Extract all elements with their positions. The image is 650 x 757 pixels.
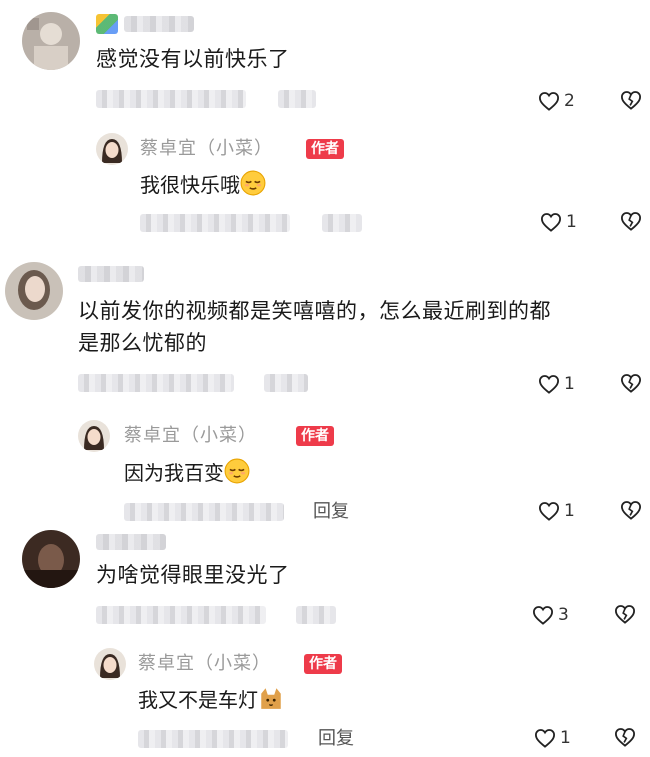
dislike-button[interactable] (620, 211, 642, 235)
comment-text-line: 以前发你的视频都是笑嘻嘻的，怎么最近刷到的都 (78, 299, 551, 323)
author-badge: 作者 (306, 139, 344, 159)
author-badge: 作者 (296, 426, 334, 446)
author-avatar[interactable] (94, 648, 126, 680)
like-button[interactable]: 1 (534, 727, 571, 749)
avatar[interactable] (22, 530, 80, 588)
broken-heart-icon (620, 500, 642, 520)
like-count: 1 (564, 501, 575, 521)
like-count: 3 (558, 605, 569, 625)
comment-text-line: 是那么忧郁的 (78, 331, 207, 355)
reply-text: 我很快乐哦 (140, 170, 266, 199)
reply-text: 因为我百变 (124, 458, 250, 487)
broken-heart-icon (620, 211, 642, 231)
username[interactable] (96, 534, 166, 550)
relieved-face-emoji (240, 170, 266, 196)
reply-meta (140, 214, 290, 232)
author-name[interactable]: 蔡卓宜（小菜） (140, 137, 273, 161)
dislike-button[interactable] (614, 727, 636, 751)
dislike-button[interactable] (620, 373, 642, 397)
avatar[interactable] (5, 262, 63, 320)
comment-meta (96, 606, 266, 624)
comment-text: 为啥觉得眼里没光了 (96, 563, 290, 587)
like-count: 1 (560, 728, 571, 748)
comment-meta (78, 374, 234, 392)
username[interactable] (124, 16, 194, 32)
reply-link[interactable] (264, 374, 308, 392)
like-count: 2 (564, 91, 575, 111)
user-badge-icon (96, 14, 118, 34)
reply-meta (124, 503, 284, 521)
comment-text: 感觉没有以前快乐了 (96, 47, 290, 71)
like-count: 1 (564, 374, 575, 394)
reply-link[interactable]: 回复 (318, 727, 354, 751)
like-button[interactable]: 2 (538, 90, 575, 112)
heart-outline-icon (538, 374, 560, 394)
author-name[interactable]: 蔡卓宜（小菜） (138, 652, 271, 676)
heart-outline-icon (538, 501, 560, 521)
dislike-button[interactable] (620, 500, 642, 524)
author-avatar[interactable] (96, 133, 128, 165)
reply-meta (138, 730, 288, 748)
cat-emoji (261, 688, 281, 709)
like-button[interactable]: 3 (532, 604, 569, 626)
like-button[interactable]: 1 (538, 373, 575, 395)
like-button[interactable]: 1 (538, 500, 575, 522)
heart-outline-icon (532, 605, 554, 625)
username[interactable] (78, 266, 144, 282)
broken-heart-icon (614, 727, 636, 747)
author-badge: 作者 (304, 654, 342, 674)
like-button[interactable]: 1 (540, 211, 577, 233)
reply-link[interactable] (278, 90, 316, 108)
reply-link[interactable] (296, 606, 336, 624)
avatar[interactable] (22, 12, 80, 70)
like-count: 1 (566, 212, 577, 232)
reply-link[interactable]: 回复 (313, 500, 349, 524)
reply-link[interactable] (322, 214, 362, 232)
heart-outline-icon (534, 728, 556, 748)
heart-outline-icon (540, 212, 562, 232)
broken-heart-icon (620, 373, 642, 393)
broken-heart-icon (620, 90, 642, 110)
broken-heart-icon (614, 604, 636, 624)
dislike-button[interactable] (620, 90, 642, 114)
relieved-face-emoji (224, 458, 250, 484)
author-avatar[interactable] (78, 420, 110, 452)
author-name[interactable]: 蔡卓宜（小菜） (124, 424, 257, 448)
dislike-button[interactable] (614, 604, 636, 628)
reply-text: 我又不是车灯 (138, 685, 284, 714)
heart-outline-icon (538, 91, 560, 111)
comment-meta (96, 90, 246, 108)
